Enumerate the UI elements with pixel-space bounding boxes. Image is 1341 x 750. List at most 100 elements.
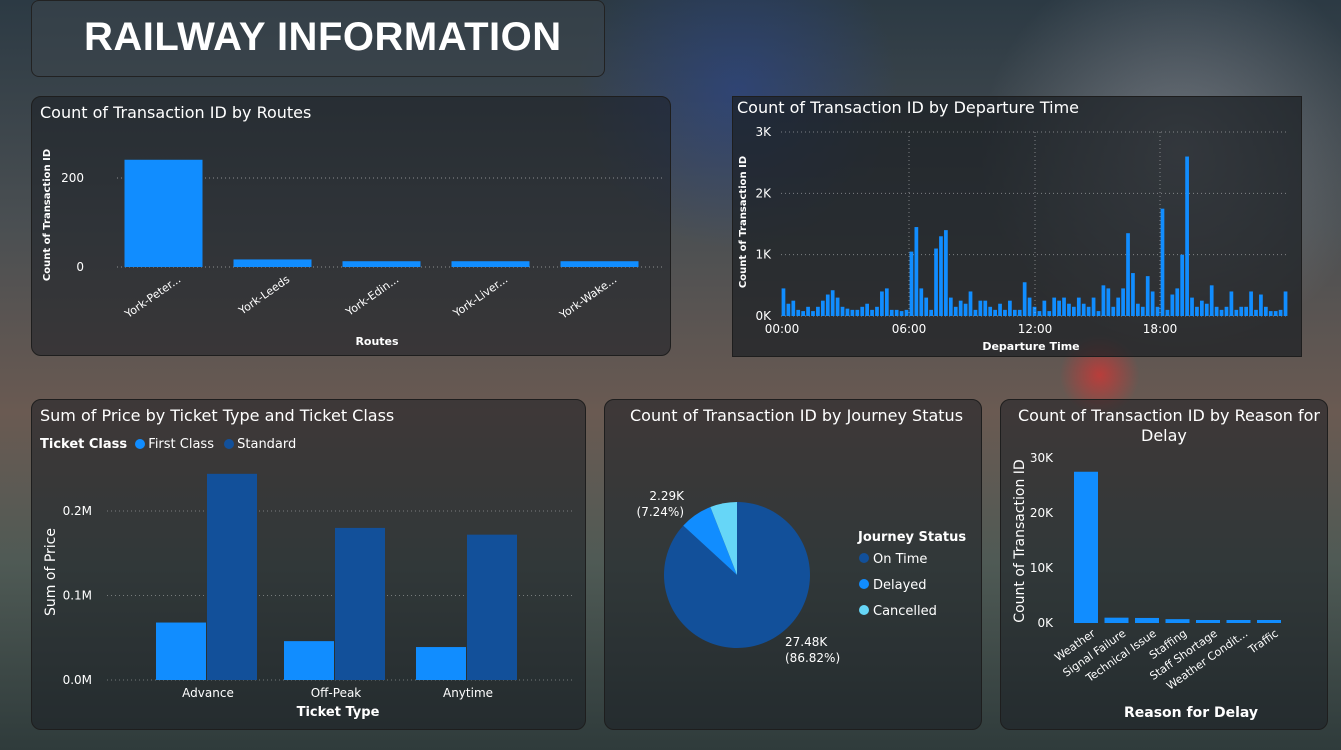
bar bbox=[968, 291, 973, 316]
bar bbox=[1003, 309, 1007, 316]
ticket-chart[interactable]: 0.0M0.1M0.2MAdvance Off-Peak AnytimeSum of… bbox=[32, 400, 585, 729]
bar bbox=[1263, 306, 1268, 316]
bar bbox=[1165, 309, 1170, 316]
bar bbox=[342, 261, 421, 267]
bar bbox=[963, 303, 968, 316]
x-tick-label: Traffic bbox=[1245, 627, 1280, 657]
y-axis-label: Sum of Price bbox=[43, 528, 59, 616]
bar bbox=[850, 309, 855, 316]
bar bbox=[1022, 282, 1027, 316]
y-tick-label: 0K bbox=[1037, 616, 1054, 630]
bar bbox=[894, 309, 899, 316]
bar bbox=[1209, 285, 1214, 316]
status-chart[interactable]: 27.48K (86.82%) 2.29K (7.24%) Journey Status… bbox=[605, 400, 981, 729]
legend-dot bbox=[859, 553, 869, 563]
bar bbox=[451, 261, 530, 267]
bar bbox=[993, 309, 997, 316]
ticket-chart-panel[interactable]: Sum of Price by Ticket Type and Ticket C… bbox=[31, 399, 586, 730]
title-box: RAILWAY INFORMATION bbox=[31, 0, 605, 77]
bar bbox=[1170, 294, 1175, 316]
y-tick-label: 0.2M bbox=[63, 504, 92, 518]
bar bbox=[781, 288, 786, 316]
bar bbox=[816, 306, 820, 316]
bar bbox=[124, 159, 203, 267]
y-tick-label: 0K bbox=[755, 309, 772, 323]
bar bbox=[1175, 288, 1180, 316]
routes-chart-panel[interactable]: Count of Transaction ID by Routes 0 200 Yo… bbox=[31, 96, 671, 356]
bar bbox=[1244, 306, 1249, 316]
bar bbox=[1037, 311, 1042, 316]
bar bbox=[973, 309, 978, 316]
bar bbox=[1135, 617, 1159, 623]
y-axis-label: Count of Transaction ID bbox=[738, 156, 749, 288]
bar bbox=[1096, 311, 1101, 316]
bar bbox=[1145, 276, 1150, 316]
bar bbox=[1257, 620, 1281, 623]
bar bbox=[560, 261, 639, 267]
x-tick-label: York-Wake... bbox=[556, 273, 619, 322]
x-tick-label: 18:00 bbox=[1143, 322, 1178, 336]
bar bbox=[233, 259, 312, 267]
bar bbox=[865, 303, 870, 316]
y-tick-label: 0.0M bbox=[63, 673, 92, 687]
x-tick-label: Advance bbox=[182, 686, 234, 700]
bar bbox=[924, 297, 929, 316]
x-tick-label: Anytime bbox=[443, 686, 493, 700]
legend-dot bbox=[859, 605, 869, 615]
legend-label: Delayed bbox=[873, 578, 927, 593]
y-tick-label: 3K bbox=[755, 125, 772, 139]
bar bbox=[1219, 309, 1224, 316]
bar bbox=[1121, 288, 1125, 316]
bar bbox=[1062, 297, 1066, 316]
bar bbox=[1104, 617, 1129, 623]
data-label: 27.48K bbox=[785, 635, 828, 649]
bar bbox=[889, 309, 894, 316]
x-tick-label: 00:00 bbox=[765, 322, 800, 336]
x-tick-label: 06:00 bbox=[892, 322, 927, 336]
departure-chart-panel[interactable]: Count of Transaction ID by Departure Tim… bbox=[732, 96, 1302, 357]
delay-chart-panel[interactable]: Count of Transaction ID by Reason for De… bbox=[1000, 399, 1328, 730]
x-axis-label: Routes bbox=[355, 335, 399, 348]
bar bbox=[156, 622, 206, 680]
x-tick-label: 12:00 bbox=[1018, 322, 1053, 336]
bar bbox=[875, 306, 879, 316]
bar bbox=[1150, 291, 1155, 316]
status-chart-panel[interactable]: Count of Transaction ID by Journey Statu… bbox=[604, 399, 982, 730]
bar bbox=[948, 297, 953, 316]
bar bbox=[939, 236, 943, 316]
y-tick-label: 10K bbox=[1030, 561, 1054, 575]
y-tick-label: 1K bbox=[755, 248, 772, 262]
bar bbox=[1278, 309, 1283, 316]
bar bbox=[1165, 619, 1190, 623]
routes-chart[interactable]: 0 200 York-Peter... York-Leeds York-Edin... Y… bbox=[32, 97, 670, 355]
legend-dot bbox=[859, 579, 869, 589]
data-label: 2.29K bbox=[649, 489, 685, 503]
bar bbox=[416, 647, 466, 680]
bar bbox=[1204, 303, 1209, 316]
bar bbox=[1131, 273, 1135, 316]
bar bbox=[1254, 309, 1258, 316]
bar bbox=[1126, 233, 1130, 316]
delay-chart[interactable]: 0K10K20K30KWeatherSignal FailureTechnica… bbox=[1001, 400, 1327, 729]
bar bbox=[934, 248, 938, 316]
y-tick-label: 20K bbox=[1030, 506, 1054, 520]
data-label: (86.82%) bbox=[785, 651, 840, 665]
departure-chart[interactable]: 0K1K2K3K00:00 06:00 12:00 18:00Count of Tra… bbox=[733, 97, 1301, 356]
bar bbox=[1224, 306, 1229, 316]
bar bbox=[1136, 303, 1140, 316]
bar bbox=[855, 309, 860, 316]
bar bbox=[1057, 300, 1061, 316]
bar bbox=[1106, 288, 1111, 316]
bar bbox=[811, 311, 815, 316]
bar bbox=[929, 309, 933, 316]
bar bbox=[1086, 306, 1091, 316]
bar bbox=[1042, 300, 1047, 316]
y-tick-label: 0 bbox=[76, 260, 84, 274]
legend-title: Journey Status bbox=[857, 530, 966, 545]
bar bbox=[791, 300, 796, 316]
y-tick-label: 200 bbox=[61, 171, 84, 185]
bar bbox=[998, 303, 1002, 316]
bar bbox=[786, 303, 791, 316]
bar bbox=[1081, 303, 1086, 316]
x-axis-label: Reason for Delay bbox=[1124, 705, 1258, 721]
